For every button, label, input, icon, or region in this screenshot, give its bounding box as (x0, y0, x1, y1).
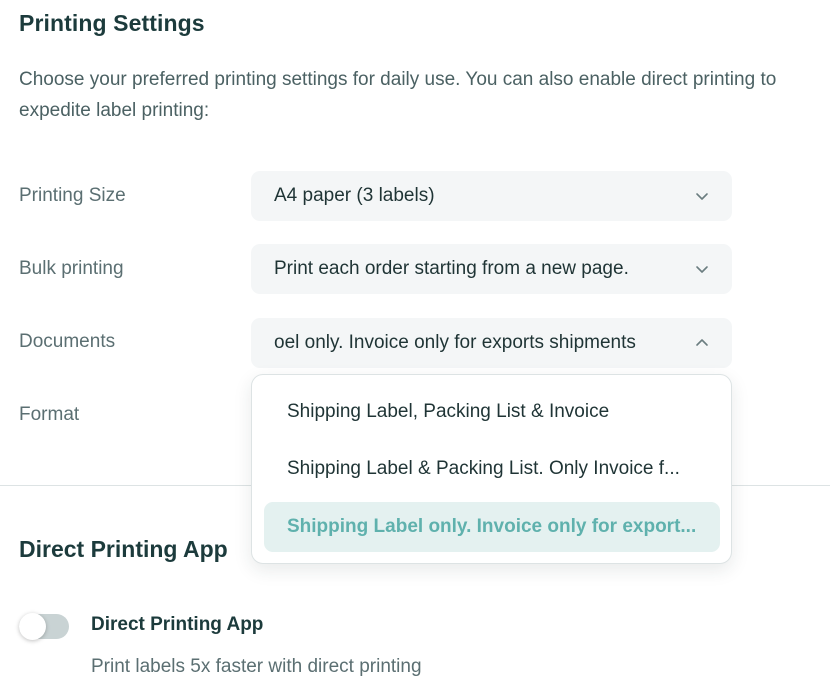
format-label: Format (19, 404, 80, 425)
documents-dropdown-menu: Shipping Label, Packing List & Invoice S… (251, 374, 732, 564)
documents-option-selected[interactable]: Shipping Label only. Invoice only for ex… (264, 502, 720, 552)
chevron-down-icon (696, 193, 708, 200)
documents-label: Documents (19, 331, 116, 352)
page-title: Printing Settings (19, 10, 205, 36)
toggle-knob (19, 613, 46, 640)
page-description: Choose your preferred printing settings … (19, 69, 777, 121)
documents-option[interactable]: Shipping Label & Packing List. Only Invo… (264, 444, 720, 494)
documents-option[interactable]: Shipping Label, Packing List & Invoice (264, 387, 720, 437)
chevron-down-icon (696, 266, 708, 273)
bulk-printing-label: Bulk printing (19, 258, 124, 279)
direct-printing-toggle-label: Direct Printing App (91, 614, 264, 635)
documents-select[interactable]: oel only. Invoice only for exports shipm… (251, 318, 732, 368)
direct-printing-toggle[interactable] (19, 613, 69, 640)
bulk-printing-value: Print each order starting from a new pag… (274, 258, 629, 279)
direct-printing-description: Print labels 5x faster with direct print… (91, 656, 422, 677)
chevron-up-icon (696, 339, 708, 346)
printing-size-label: Printing Size (19, 185, 126, 206)
printing-settings-page: Printing Settings Choose your preferred … (0, 0, 830, 692)
bulk-printing-select[interactable]: Print each order starting from a new pag… (251, 244, 732, 294)
direct-printing-section-title: Direct Printing App (19, 536, 228, 562)
documents-value: oel only. Invoice only for exports shipm… (274, 332, 636, 353)
printing-size-select[interactable]: A4 paper (3 labels) (251, 171, 732, 221)
printing-size-value: A4 paper (3 labels) (274, 185, 435, 206)
